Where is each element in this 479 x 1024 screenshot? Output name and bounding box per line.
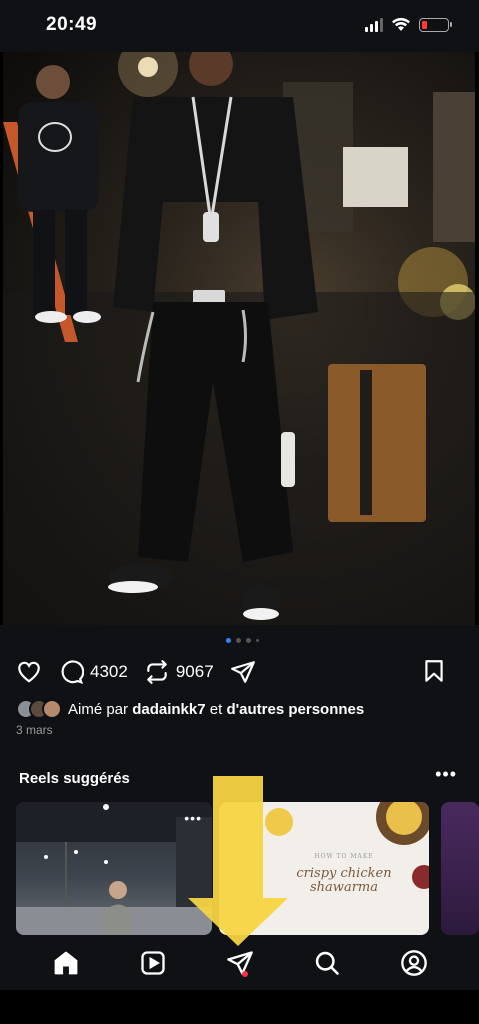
comment-icon: [61, 660, 84, 685]
reel-caption-line1: crispy chicken: [296, 866, 392, 881]
send-icon: [230, 661, 255, 683]
status-bar: 20:49: [0, 0, 479, 52]
share-button[interactable]: [230, 659, 256, 685]
reel-caption-line2: shawarma: [310, 880, 378, 895]
nav-reels[interactable]: [133, 943, 173, 983]
reel-caption-overline: HOW TO MAKE: [314, 853, 374, 860]
carousel-dot-active: [226, 638, 231, 643]
post-date: 3 mars: [16, 723, 53, 737]
comment-button[interactable]: 4302: [58, 659, 128, 685]
status-time: 20:49: [46, 14, 98, 35]
liked-by[interactable]: Aimé par dadainkk7 et d'autres personnes: [16, 699, 364, 719]
post-photo[interactable]: [3, 52, 475, 625]
suggested-reels-more-button[interactable]: •••: [435, 764, 457, 785]
carousel-dot: [246, 638, 251, 643]
avatar: [42, 699, 62, 719]
profile-icon: [400, 949, 427, 976]
heart-icon: [18, 661, 40, 683]
post-photo-illustration: [3, 52, 475, 625]
reel-thumbnail[interactable]: [441, 802, 479, 935]
liker-avatars: [16, 699, 62, 719]
nav-direct-messages[interactable]: [220, 943, 260, 983]
nav-home[interactable]: [46, 943, 86, 983]
status-icons: [365, 17, 452, 32]
save-button[interactable]: [421, 658, 447, 684]
signal-icon: [365, 17, 383, 32]
search-icon: [315, 951, 339, 975]
reel-thumbnail[interactable]: HOW TO MAKE crispy chicken shawarma: [219, 802, 429, 935]
home-indicator-area: [0, 990, 479, 1024]
nav-search[interactable]: [307, 943, 347, 983]
like-button[interactable]: [16, 659, 42, 685]
reel-caption: HOW TO MAKE crispy chicken shawarma: [289, 850, 399, 895]
carousel-dot: [256, 639, 259, 642]
bookmark-icon: [425, 660, 443, 682]
reel-thumbnail[interactable]: •••: [16, 802, 212, 935]
bottom-nav: [0, 935, 479, 990]
carousel-indicator: [226, 638, 259, 643]
repost-button[interactable]: 9067: [144, 659, 214, 685]
repost-count: 9067: [175, 662, 214, 681]
liked-by-prefix: Aimé par: [68, 700, 129, 718]
repost-icon: [147, 660, 167, 684]
reels-icon: [140, 950, 165, 975]
carousel-dot: [236, 638, 241, 643]
wifi-icon: [392, 17, 410, 31]
battery-low-icon: [419, 17, 452, 32]
comment-count: 4302: [90, 662, 128, 681]
post-actions: 4302 9067: [16, 656, 463, 688]
nav-profile[interactable]: [394, 943, 434, 983]
liked-by-others[interactable]: d'autres personnes: [226, 701, 364, 718]
liked-by-user[interactable]: dadainkk7: [132, 701, 205, 718]
reel-gym-illustration: [16, 802, 212, 935]
suggested-reels-title: Reels suggérés: [19, 770, 130, 787]
direct-messages-icon: [226, 950, 253, 975]
liked-by-suffix: et: [209, 700, 223, 718]
notification-dot: [241, 970, 248, 977]
reel-more-button[interactable]: •••: [184, 810, 202, 826]
home-icon: [54, 951, 77, 974]
